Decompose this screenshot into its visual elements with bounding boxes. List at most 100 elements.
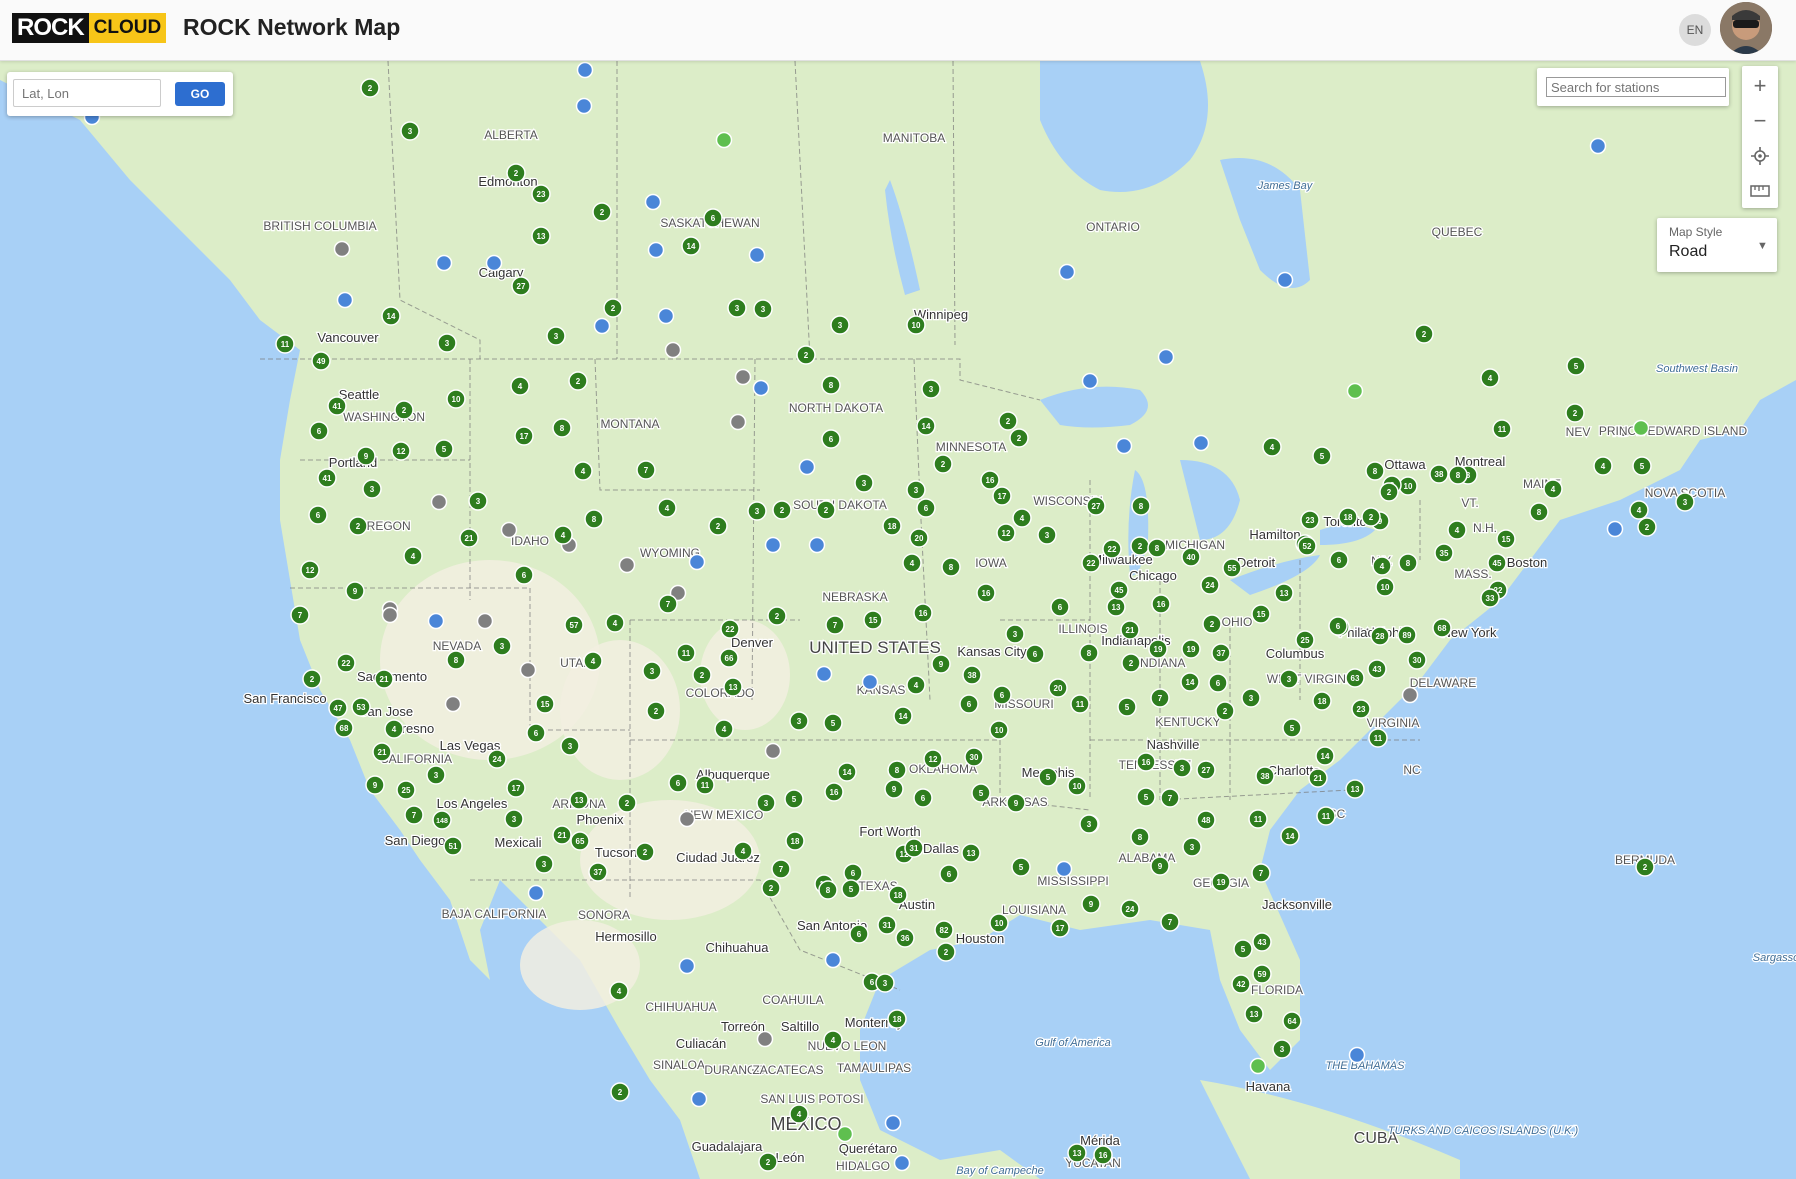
- station-cluster[interactable]: 57: [564, 615, 584, 635]
- station-cluster[interactable]: 14: [893, 706, 913, 726]
- station-cluster[interactable]: 5: [841, 879, 861, 899]
- station-cluster[interactable]: 2: [1361, 507, 1381, 527]
- station-cluster[interactable]: 13: [961, 843, 981, 863]
- station-marker[interactable]: [690, 1090, 708, 1108]
- station-cluster[interactable]: 27: [511, 276, 531, 296]
- station-cluster[interactable]: 15: [535, 694, 555, 714]
- station-cluster[interactable]: 89: [1397, 625, 1417, 645]
- station-cluster[interactable]: 16: [1151, 594, 1171, 614]
- station-cluster[interactable]: 18: [882, 516, 902, 536]
- station-marker[interactable]: [1606, 520, 1624, 538]
- station-cluster[interactable]: 6: [703, 208, 723, 228]
- station-cluster[interactable]: 4: [1262, 437, 1282, 457]
- station-cluster[interactable]: 2: [1009, 428, 1029, 448]
- station-cluster[interactable]: 13: [569, 790, 589, 810]
- station-cluster[interactable]: 24: [1120, 899, 1140, 919]
- station-cluster[interactable]: 7: [825, 615, 845, 635]
- station-cluster[interactable]: 8: [446, 650, 466, 670]
- station-cluster[interactable]: 5: [1011, 857, 1031, 877]
- station-cluster[interactable]: 13: [723, 677, 743, 697]
- latlon-input[interactable]: [13, 79, 161, 107]
- station-cluster[interactable]: 28: [1370, 626, 1390, 646]
- station-cluster[interactable]: 4: [714, 719, 734, 739]
- station-cluster[interactable]: 6: [959, 694, 979, 714]
- station-cluster[interactable]: 47: [328, 698, 348, 718]
- station-cluster[interactable]: 4: [609, 981, 629, 1001]
- station-marker[interactable]: [527, 884, 545, 902]
- station-cluster[interactable]: 45: [1487, 553, 1507, 573]
- station-cluster[interactable]: 14: [681, 236, 701, 256]
- station-cluster[interactable]: 2: [1637, 517, 1657, 537]
- station-cluster[interactable]: 10: [989, 720, 1009, 740]
- station-marker[interactable]: [808, 536, 826, 554]
- station-cluster[interactable]: 6: [1328, 616, 1348, 636]
- station-marker[interactable]: [1055, 860, 1073, 878]
- network-map[interactable]: UNITED STATESMEXICOCUBAALBERTAMANITOBASA…: [0, 61, 1796, 1179]
- station-cluster[interactable]: 3: [727, 298, 747, 318]
- station-cluster[interactable]: 2: [1215, 701, 1235, 721]
- station-cluster[interactable]: 13: [531, 226, 551, 246]
- station-cluster[interactable]: 3: [504, 809, 524, 829]
- station-cluster[interactable]: 16: [980, 470, 1000, 490]
- station-marker[interactable]: [1192, 434, 1210, 452]
- station-cluster[interactable]: 22: [720, 619, 740, 639]
- station-marker[interactable]: [435, 254, 453, 272]
- station-cluster[interactable]: 21: [374, 669, 394, 689]
- station-cluster[interactable]: 2: [348, 516, 368, 536]
- station-cluster[interactable]: 5: [1136, 787, 1156, 807]
- station-cluster[interactable]: 3: [546, 326, 566, 346]
- station-cluster[interactable]: 82: [934, 920, 954, 940]
- station-cluster[interactable]: 2: [758, 1152, 778, 1172]
- station-marker[interactable]: [715, 131, 733, 149]
- station-cluster[interactable]: 2: [603, 298, 623, 318]
- station-cluster[interactable]: 8: [821, 375, 841, 395]
- station-cluster[interactable]: 8: [1130, 827, 1150, 847]
- station-cluster[interactable]: 14: [1180, 672, 1200, 692]
- station-cluster[interactable]: 31: [877, 915, 897, 935]
- station-cluster[interactable]: 2: [772, 500, 792, 520]
- station-cluster[interactable]: 22: [1081, 553, 1101, 573]
- station-cluster[interactable]: 20: [909, 528, 929, 548]
- station-cluster[interactable]: 3: [1037, 525, 1057, 545]
- station-marker[interactable]: [519, 661, 537, 679]
- station-cluster[interactable]: 13: [1345, 779, 1365, 799]
- station-cluster[interactable]: 6: [916, 498, 936, 518]
- station-cluster[interactable]: 59: [1252, 964, 1272, 984]
- station-cluster[interactable]: 21: [459, 528, 479, 548]
- station-cluster[interactable]: 14: [1315, 746, 1335, 766]
- station-cluster[interactable]: 5: [823, 713, 843, 733]
- station-cluster[interactable]: 10: [1398, 476, 1418, 496]
- station-cluster[interactable]: 8: [818, 880, 838, 900]
- station-cluster[interactable]: 2: [1635, 857, 1655, 877]
- station-marker[interactable]: [884, 1114, 902, 1132]
- station-cluster[interactable]: 27: [1086, 496, 1106, 516]
- station-cluster[interactable]: 55: [1222, 558, 1242, 578]
- station-cluster[interactable]: 11: [1070, 694, 1090, 714]
- station-cluster[interactable]: 38: [962, 665, 982, 685]
- station-cluster[interactable]: 2: [506, 163, 526, 183]
- station-cluster[interactable]: 15: [1496, 529, 1516, 549]
- station-marker[interactable]: [1589, 137, 1607, 155]
- station-cluster[interactable]: 4: [789, 1104, 809, 1124]
- station-marker[interactable]: [734, 368, 752, 386]
- station-cluster[interactable]: 3: [854, 473, 874, 493]
- station-cluster[interactable]: 27: [1196, 760, 1216, 780]
- station-cluster[interactable]: 43: [1252, 932, 1272, 952]
- station-marker[interactable]: [444, 695, 462, 713]
- station-cluster[interactable]: 2: [692, 665, 712, 685]
- station-cluster[interactable]: 18: [785, 831, 805, 851]
- station-marker[interactable]: [333, 240, 351, 258]
- station-cluster[interactable]: 30: [1407, 650, 1427, 670]
- station-cluster[interactable]: 5: [434, 439, 454, 459]
- station-marker[interactable]: [575, 97, 593, 115]
- station-cluster[interactable]: 2: [1379, 482, 1399, 502]
- station-cluster[interactable]: 4: [1480, 368, 1500, 388]
- station-cluster[interactable]: 17: [1050, 918, 1070, 938]
- station-cluster[interactable]: 21: [1308, 768, 1328, 788]
- station-cluster[interactable]: 23: [531, 184, 551, 204]
- zoom-in-button[interactable]: +: [1742, 68, 1778, 103]
- station-marker[interactable]: [500, 521, 518, 539]
- station-cluster[interactable]: 4: [583, 651, 603, 671]
- station-cluster[interactable]: 2: [796, 345, 816, 365]
- station-cluster[interactable]: 33: [1480, 588, 1500, 608]
